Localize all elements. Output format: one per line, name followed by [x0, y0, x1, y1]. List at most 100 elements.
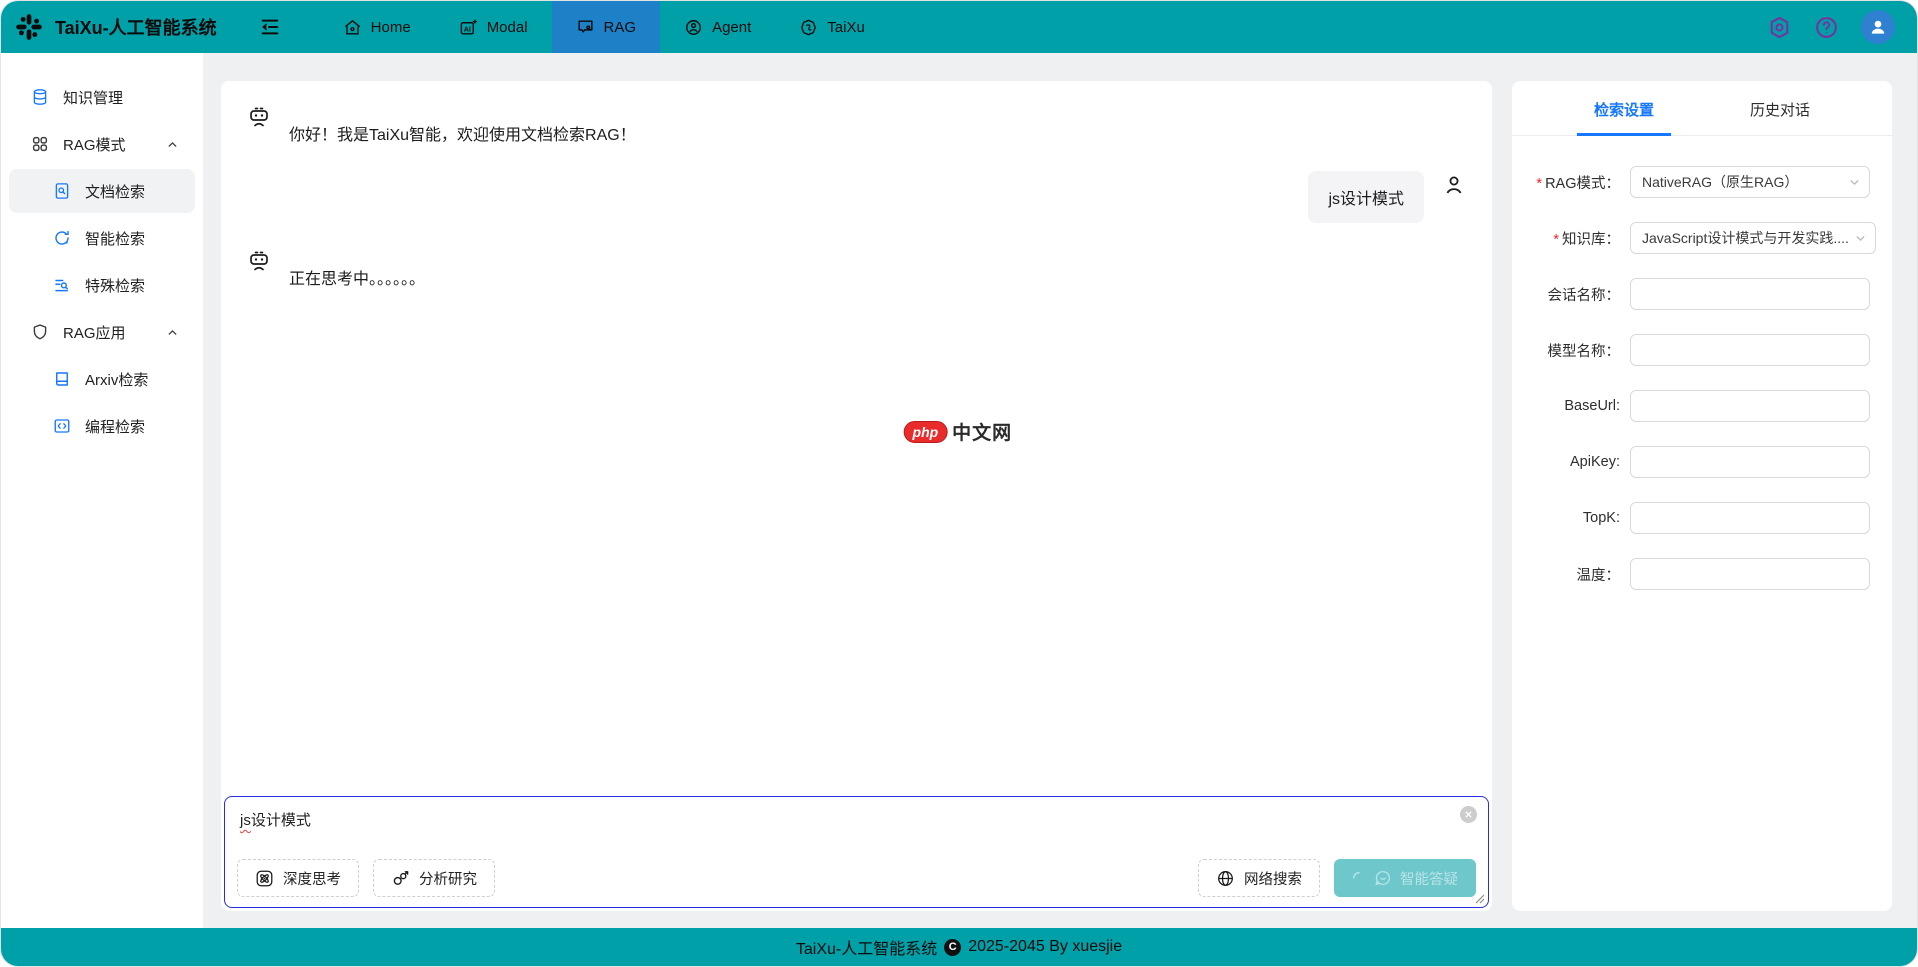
smart-answer-label: 智能答疑 — [1400, 868, 1458, 889]
menu-collapse-icon[interactable] — [259, 16, 281, 38]
refresh-icon — [53, 229, 71, 247]
sidebar-item-label: 文档检索 — [85, 181, 145, 202]
select-value: JavaScript设计模式与开发实践.... — [1631, 228, 1875, 248]
analysis-icon — [391, 869, 410, 888]
settings-panel: 检索设置 历史对话 *RAG模式： NativeRAG（原生RAG） — [1512, 81, 1892, 911]
app-header: TaiXu-人工智能系统 Home — [1, 1, 1917, 53]
sidebar-group-label: RAG模式 — [63, 134, 126, 155]
nav-home[interactable]: Home — [319, 1, 435, 53]
document-search-icon — [53, 182, 71, 200]
grid-icon — [31, 135, 49, 153]
tab-history-dialog[interactable]: 历史对话 — [1702, 81, 1858, 135]
deep-think-button[interactable]: 深度思考 — [237, 859, 359, 897]
nav-agent[interactable]: Agent — [660, 1, 775, 53]
bot-message-text: 你好！我是TaiXu智能，欢迎使用文档检索RAG！ — [289, 121, 636, 145]
message-input[interactable]: js设计模式 — [225, 797, 1488, 843]
topk-input[interactable] — [1631, 503, 1869, 533]
baseurl-input[interactable] — [1631, 391, 1869, 421]
home-icon — [343, 18, 362, 37]
bot-message: 正在思考中。。。。。。 — [247, 249, 1466, 289]
sidebar-item-smart-search[interactable]: 智能检索 — [9, 216, 195, 260]
analysis-button[interactable]: 分析研究 — [373, 859, 495, 897]
robot-icon — [247, 249, 271, 289]
sidebar-group-rag-apps[interactable]: RAG应用 — [9, 310, 195, 354]
web-search-button[interactable]: 网络搜索 — [1198, 859, 1320, 897]
nav-rag[interactable]: RAG — [552, 1, 661, 53]
footer-brand: TaiXu-人工智能系统 — [796, 935, 937, 959]
field-label: BaseUrl: — [1512, 398, 1630, 414]
nav-rag-label: RAG — [604, 19, 637, 36]
app-footer: TaiXu-人工智能系统 C 2025-2045 By xuesjie — [1, 928, 1917, 966]
database-icon — [31, 88, 49, 106]
main-nav: Home AI Modal — [319, 1, 889, 53]
tab-retrieval-settings[interactable]: 检索设置 — [1546, 81, 1702, 135]
form-row-baseurl: BaseUrl: — [1512, 390, 1870, 422]
tab-label: 历史对话 — [1750, 102, 1810, 119]
chevron-down-icon — [1848, 176, 1861, 189]
app-window: TaiXu-人工智能系统 Home — [0, 0, 1918, 967]
app-logo-icon — [15, 12, 45, 42]
settings-form: *RAG模式： NativeRAG（原生RAG） *知识库： JavaScrip… — [1512, 136, 1892, 590]
field-label: TopK: — [1512, 510, 1630, 526]
session-name-input[interactable] — [1631, 279, 1869, 309]
analysis-label: 分析研究 — [419, 868, 477, 889]
sidebar-item-label: 特殊检索 — [85, 275, 145, 296]
chevron-up-icon — [166, 138, 179, 151]
user-avatar[interactable] — [1861, 10, 1895, 44]
smart-answer-button[interactable]: 智能答疑 — [1334, 859, 1476, 897]
watermark-text: 中文网 — [952, 418, 1012, 445]
loading-spinner-icon — [1352, 871, 1366, 885]
clear-input-button[interactable] — [1460, 806, 1477, 823]
input-text-misspelled: js — [240, 812, 251, 829]
agent-icon — [684, 18, 703, 37]
shield-icon — [31, 323, 49, 341]
sidebar: 知识管理 RAG模式 — [1, 53, 203, 928]
sidebar-item-code-search[interactable]: 编程检索 — [9, 404, 195, 448]
form-row-rag-mode: *RAG模式： NativeRAG（原生RAG） — [1512, 166, 1870, 198]
sidebar-item-special-search[interactable]: 特殊检索 — [9, 263, 195, 307]
bot-message: 你好！我是TaiXu智能，欢迎使用文档检索RAG！ — [247, 105, 1466, 145]
resize-handle[interactable] — [1475, 894, 1485, 904]
form-row-model-name: 模型名称： — [1512, 334, 1870, 366]
field-label: 温度： — [1512, 564, 1630, 585]
sidebar-item-label: 智能检索 — [85, 228, 145, 249]
modal-icon: AI — [459, 18, 478, 37]
form-row-temperature: 温度： — [1512, 558, 1870, 590]
field-label: 会话名称： — [1512, 284, 1630, 305]
chat-panel: 你好！我是TaiXu智能，欢迎使用文档检索RAG！ js设计模式 — [221, 81, 1492, 911]
form-row-apikey: ApiKey: — [1512, 446, 1870, 478]
rag-mode-select[interactable]: NativeRAG（原生RAG） — [1630, 166, 1870, 198]
sidebar-item-label: 编程检索 — [85, 416, 145, 437]
taixu-icon — [799, 18, 818, 37]
settings-tabs: 检索设置 历史对话 — [1512, 81, 1892, 136]
form-row-session-name: 会话名称： — [1512, 278, 1870, 310]
sidebar-item-label: Arxiv检索 — [85, 369, 148, 390]
sidebar-group-rag-mode[interactable]: RAG模式 — [9, 122, 195, 166]
knowledge-base-select[interactable]: JavaScript设计模式与开发实践.... — [1630, 222, 1876, 254]
model-name-input[interactable] — [1631, 335, 1869, 365]
sidebar-item-knowledge[interactable]: 知识管理 — [9, 75, 195, 119]
field-label: *RAG模式： — [1512, 172, 1630, 193]
apikey-input[interactable] — [1631, 447, 1869, 477]
settings-gear-icon[interactable] — [1767, 15, 1792, 40]
chevron-up-icon — [166, 326, 179, 339]
sidebar-group-label: RAG应用 — [63, 322, 126, 343]
field-label: 模型名称： — [1512, 340, 1630, 361]
sidebar-item-doc-search[interactable]: 文档检索 — [9, 169, 195, 213]
code-icon — [53, 417, 71, 435]
nav-taixu-label: TaiXu — [827, 19, 865, 36]
field-label: ApiKey: — [1512, 454, 1630, 470]
nav-modal[interactable]: AI Modal — [435, 1, 552, 53]
sidebar-item-label: 知识管理 — [63, 87, 123, 108]
help-icon[interactable] — [1814, 15, 1839, 40]
chat-bubble-icon — [1374, 869, 1392, 887]
nav-taixu[interactable]: TaiXu — [775, 1, 889, 53]
php-badge: php — [904, 421, 948, 443]
form-row-topk: TopK: — [1512, 502, 1870, 534]
temperature-input[interactable] — [1631, 559, 1869, 589]
tab-label: 检索设置 — [1594, 102, 1654, 119]
sidebar-item-arxiv-search[interactable]: Arxiv检索 — [9, 357, 195, 401]
atom-icon — [255, 869, 274, 888]
message-composer: js设计模式 — [224, 796, 1489, 908]
user-message-text: js设计模式 — [1308, 171, 1424, 223]
